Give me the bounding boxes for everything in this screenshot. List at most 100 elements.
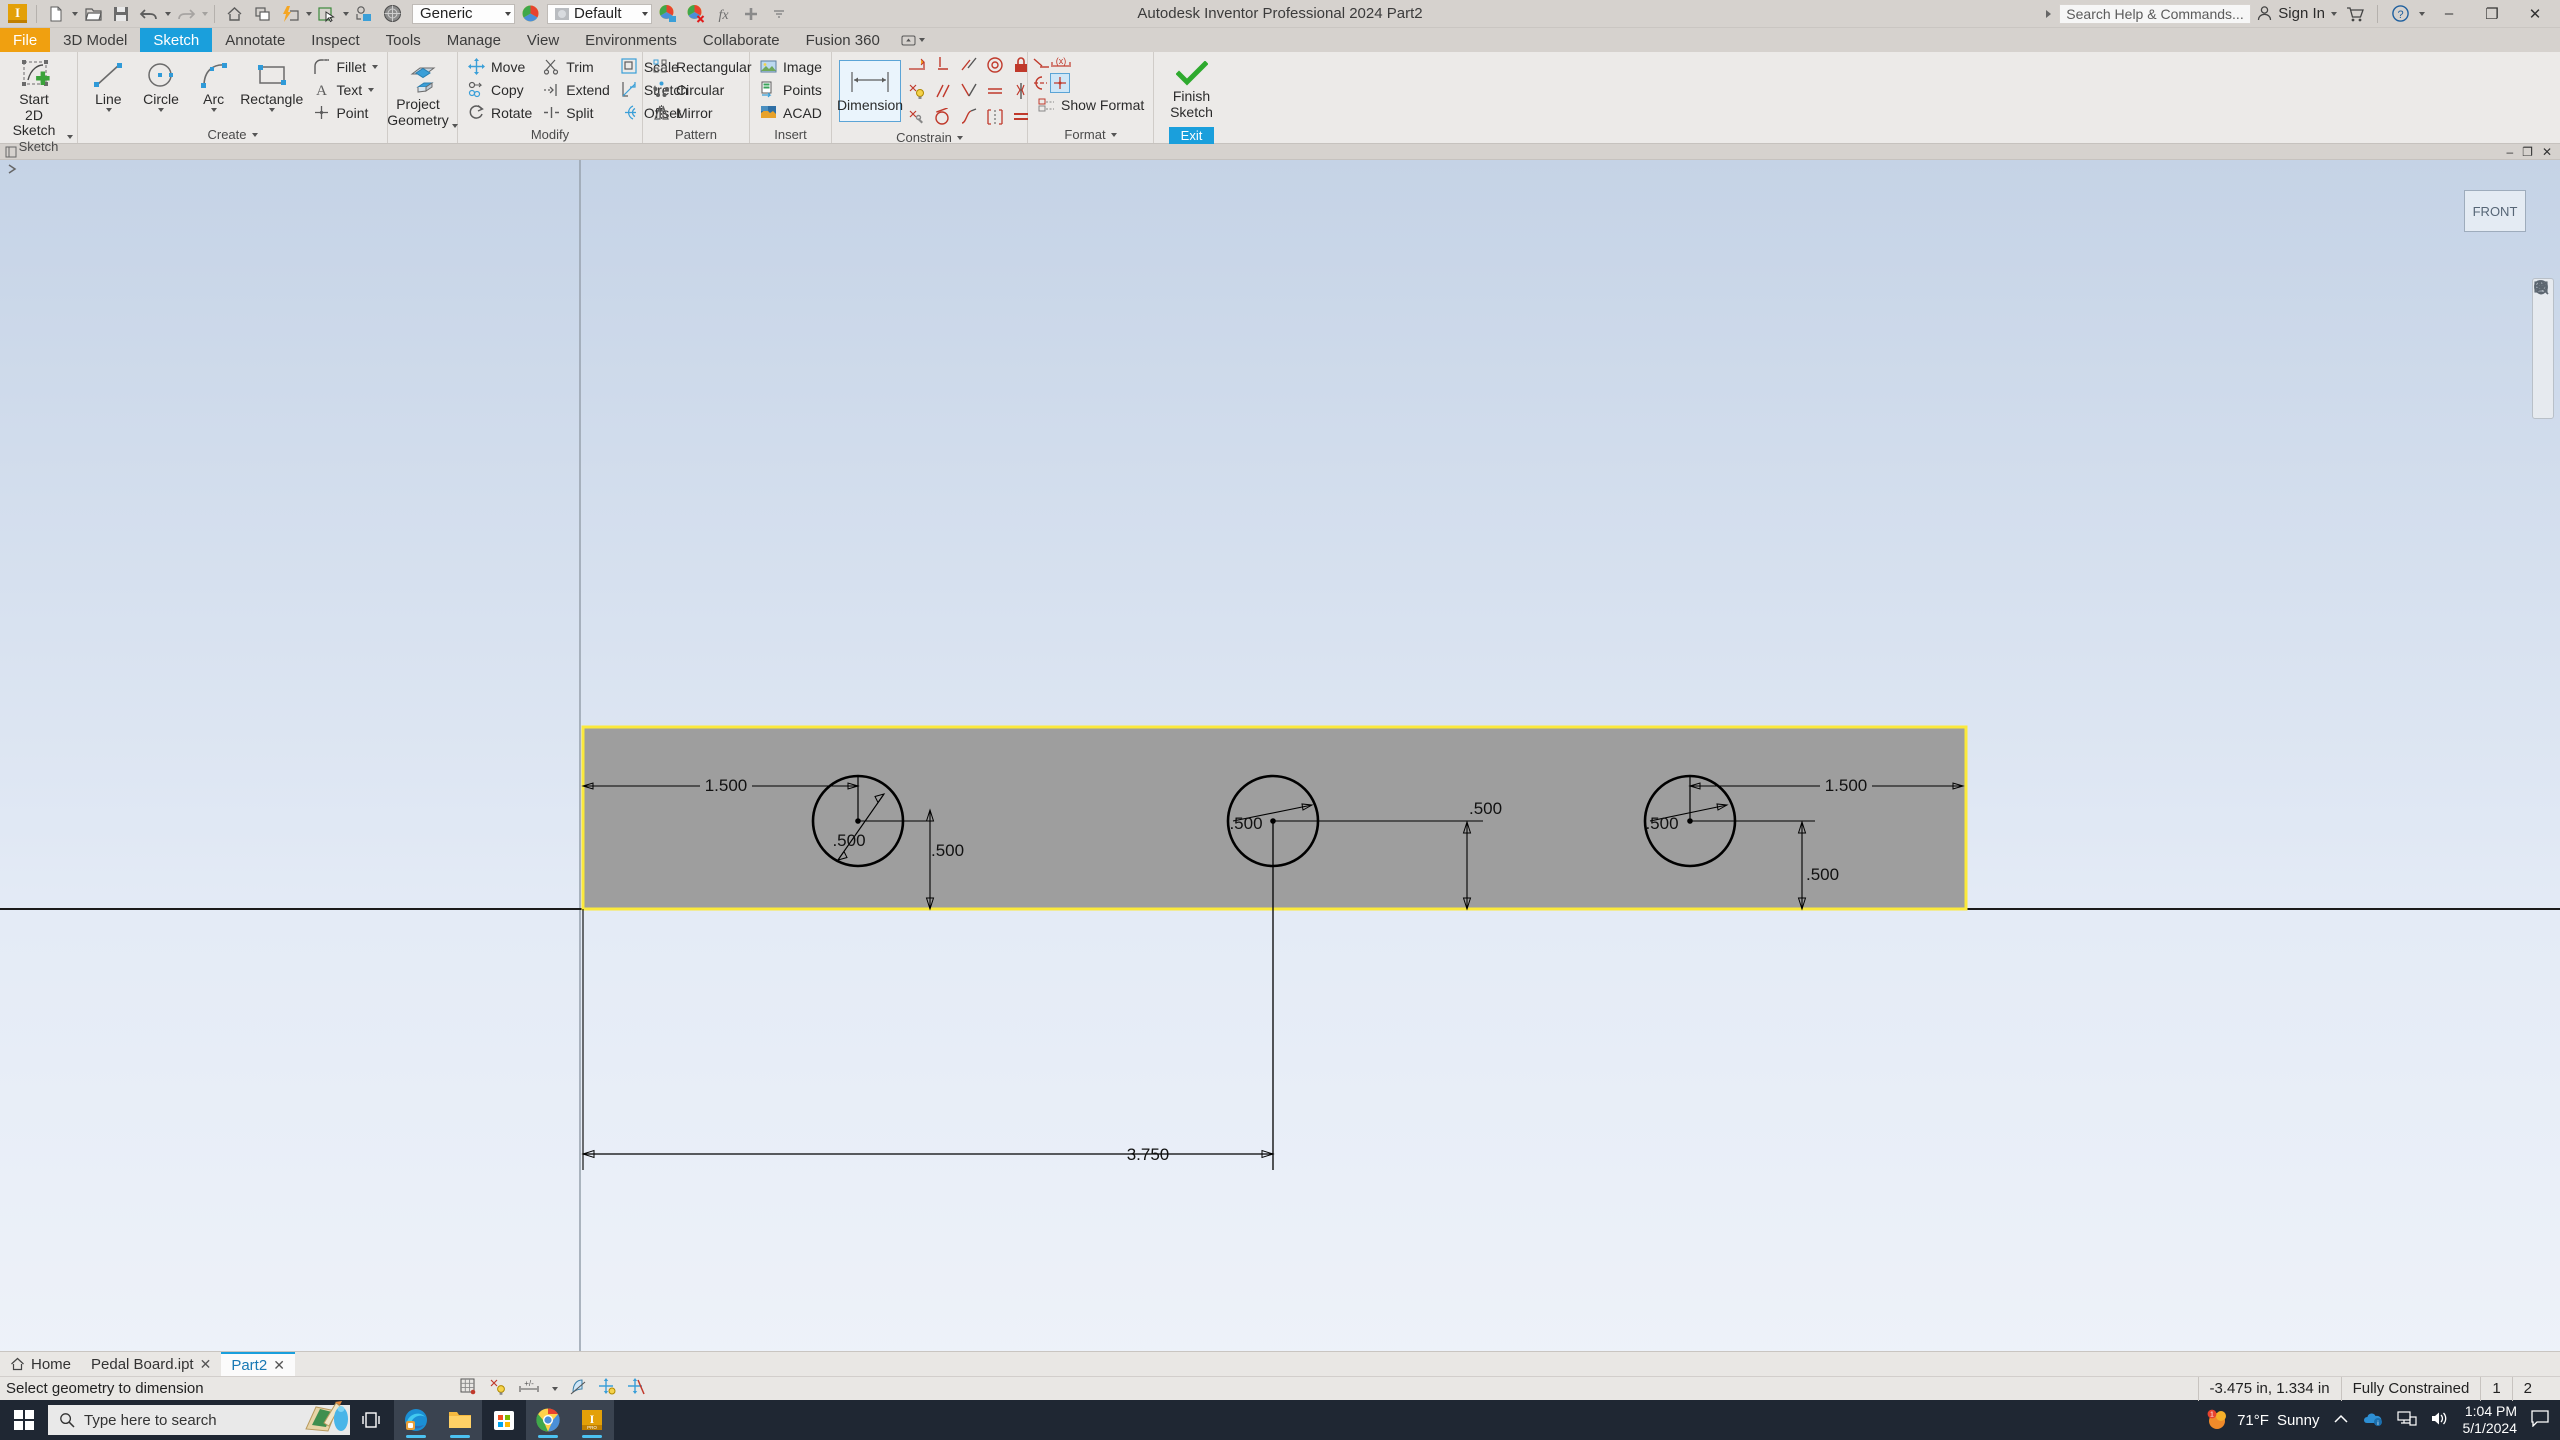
appearance-caret[interactable] bbox=[642, 11, 648, 16]
material-swap-icon[interactable] bbox=[351, 1, 377, 27]
checker-sphere-icon[interactable] bbox=[379, 1, 405, 27]
search-input[interactable]: Search Help & Commands... bbox=[2059, 3, 2252, 24]
windows-start-icon[interactable] bbox=[0, 1400, 48, 1440]
redo-arrow-icon[interactable] bbox=[173, 1, 199, 27]
perpendicular-constraint-icon[interactable] bbox=[956, 78, 982, 104]
parallel-constraint-icon[interactable] bbox=[930, 78, 956, 104]
rectangle-caret[interactable] bbox=[269, 107, 276, 112]
onedrive-icon[interactable]: i bbox=[2362, 1409, 2384, 1431]
panel-constrain-caret[interactable] bbox=[956, 135, 963, 140]
search-expand-caret[interactable] bbox=[2046, 9, 2054, 18]
color-wheel-icon[interactable] bbox=[517, 1, 543, 27]
rotate-button[interactable]: Rotate bbox=[462, 101, 537, 124]
exit-pill-label[interactable]: Exit bbox=[1168, 127, 1215, 144]
chevron-down-icon[interactable] bbox=[766, 1, 792, 27]
rectangular-pattern-button[interactable]: Rectangular bbox=[647, 55, 757, 78]
look-at-icon[interactable] bbox=[2534, 283, 2552, 392]
update-dropdown-caret[interactable] bbox=[306, 11, 312, 16]
dimension-button[interactable]: Dimension bbox=[837, 60, 903, 122]
fillet-button[interactable]: Fillet bbox=[307, 55, 383, 78]
auto-dimension-icon[interactable] bbox=[904, 52, 930, 78]
minimize-button[interactable]: – bbox=[2430, 1, 2468, 27]
show-hidden-icons-chevron[interactable] bbox=[2333, 1412, 2349, 1429]
autodesk-inventor-icon[interactable]: I PRO bbox=[570, 1400, 614, 1440]
text-caret[interactable] bbox=[368, 87, 375, 92]
notification-icon[interactable] bbox=[2530, 1409, 2550, 1431]
fillet-caret[interactable] bbox=[372, 64, 379, 69]
google-chrome-icon[interactable] bbox=[526, 1400, 570, 1440]
arc-button[interactable]: Arc bbox=[187, 55, 240, 112]
restore-button[interactable]: ❐ bbox=[2473, 1, 2511, 27]
document-tab-pedal-board[interactable]: Pedal Board.ipt ✕ bbox=[81, 1352, 221, 1376]
ribbon-tab-view[interactable]: View bbox=[514, 28, 572, 52]
new-file-icon[interactable] bbox=[43, 1, 69, 27]
text-button[interactable]: A Text bbox=[307, 78, 383, 101]
doc-minimize-button[interactable]: – bbox=[2506, 145, 2513, 159]
microsoft-store-icon[interactable] bbox=[482, 1400, 526, 1440]
taskbar-search-input[interactable]: Type here to search bbox=[48, 1401, 350, 1435]
zoom-magnifier-icon[interactable] bbox=[2534, 280, 2552, 346]
signin-dropdown-caret[interactable] bbox=[2331, 11, 2337, 16]
dimension-display-icon[interactable]: +/- bbox=[518, 1378, 540, 1400]
ribbon-tab-annotate[interactable]: Annotate bbox=[212, 28, 298, 52]
panel-create-caret[interactable] bbox=[251, 132, 258, 137]
circle-caret[interactable] bbox=[158, 107, 165, 112]
home-tab[interactable]: Home bbox=[0, 1352, 81, 1376]
volume-icon[interactable] bbox=[2430, 1410, 2450, 1431]
center-point-icon[interactable] bbox=[1050, 73, 1070, 93]
circle-button[interactable]: Circle bbox=[135, 55, 188, 112]
orbit-icon[interactable] bbox=[2534, 280, 2552, 369]
close-icon[interactable]: ✕ bbox=[273, 1357, 285, 1374]
open-folder-icon[interactable] bbox=[80, 1, 106, 27]
inventor-logo-icon[interactable]: I bbox=[4, 1, 30, 27]
color-wheel-plus-icon[interactable] bbox=[654, 1, 680, 27]
constraint-display-icon[interactable] bbox=[489, 1378, 507, 1400]
show-format-button[interactable]: Show Format bbox=[1032, 93, 1149, 116]
select-cursor-icon[interactable] bbox=[314, 1, 340, 27]
construction-line-icon[interactable] bbox=[1032, 55, 1050, 73]
document-tab-part2[interactable]: Part2 ✕ bbox=[221, 1352, 295, 1376]
acad-button[interactable]: ACAD bbox=[754, 101, 827, 124]
show-constraints-icon[interactable] bbox=[904, 78, 930, 104]
panel-format-caret[interactable] bbox=[1110, 132, 1117, 137]
dimension-display-caret[interactable] bbox=[552, 1386, 558, 1391]
circular-pattern-button[interactable]: Circular bbox=[647, 78, 757, 101]
return-icon[interactable] bbox=[249, 1, 275, 27]
plus-icon[interactable] bbox=[738, 1, 764, 27]
microsoft-edge-icon[interactable] bbox=[394, 1400, 438, 1440]
close-icon[interactable]: ✕ bbox=[200, 1356, 212, 1373]
new-file-dropdown-caret[interactable] bbox=[72, 11, 78, 16]
symmetric-constraint-icon[interactable] bbox=[982, 104, 1008, 130]
extend-button[interactable]: Extend bbox=[537, 78, 615, 101]
horizontal-constraint-icon[interactable] bbox=[982, 78, 1008, 104]
help-circle-icon[interactable]: ? bbox=[2387, 1, 2413, 27]
material-caret[interactable] bbox=[505, 11, 511, 16]
help-dropdown-caret[interactable] bbox=[2419, 11, 2425, 16]
shopping-cart-icon[interactable] bbox=[2342, 1, 2368, 27]
ribbon-tab-manage[interactable]: Manage bbox=[434, 28, 514, 52]
taskbar-clock[interactable]: 1:04 PM 5/1/2024 bbox=[2463, 1403, 2518, 1438]
centerline-icon[interactable] bbox=[1032, 73, 1050, 93]
ribbon-collapse-caret[interactable] bbox=[918, 38, 925, 42]
start-2d-sketch-button[interactable]: Start 2D Sketch bbox=[4, 55, 73, 140]
redo-dropdown-caret[interactable] bbox=[202, 11, 208, 16]
sign-in-button[interactable]: Sign In bbox=[2256, 5, 2325, 22]
ribbon-tab-inspect[interactable]: Inspect bbox=[298, 28, 372, 52]
save-disk-icon[interactable] bbox=[108, 1, 134, 27]
finish-sketch-button[interactable]: Finish Sketch bbox=[1160, 55, 1224, 120]
browser-expand-icon[interactable] bbox=[6, 163, 24, 177]
view-styles-icon[interactable] bbox=[2534, 281, 2552, 415]
show-constraints-toggle-icon[interactable] bbox=[598, 1377, 616, 1400]
undo-arrow-icon[interactable] bbox=[136, 1, 162, 27]
line-button[interactable]: Line bbox=[82, 55, 135, 112]
ribbon-minimize-group[interactable] bbox=[893, 28, 933, 52]
ribbon-tab-tools[interactable]: Tools bbox=[373, 28, 434, 52]
pan-hand-icon[interactable] bbox=[2534, 281, 2552, 323]
rectangle-button[interactable]: Rectangle bbox=[240, 55, 303, 112]
doc-close-button[interactable]: ✕ bbox=[2542, 145, 2552, 159]
ribbon-tab-file[interactable]: File bbox=[0, 28, 51, 52]
color-wheel-x-icon[interactable] bbox=[682, 1, 708, 27]
undo-dropdown-caret[interactable] bbox=[165, 11, 171, 16]
fx-icon[interactable]: fx bbox=[710, 1, 736, 27]
home-icon[interactable] bbox=[221, 1, 247, 27]
